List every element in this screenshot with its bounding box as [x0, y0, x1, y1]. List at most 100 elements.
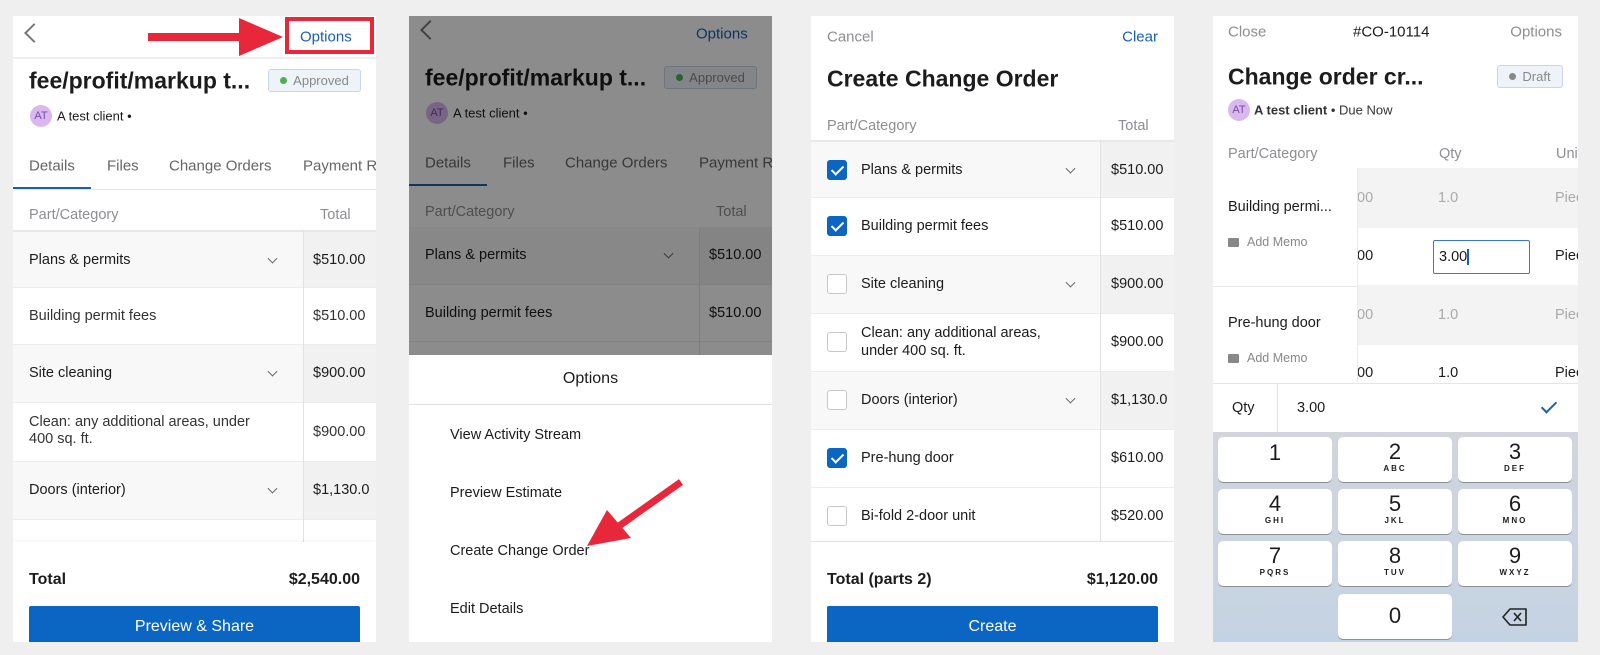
key-letters: DEF	[1504, 464, 1526, 473]
preview-share-button[interactable]: Preview & Share	[29, 606, 360, 642]
item-row[interactable]: Pre-hung door $610.00	[811, 430, 1174, 488]
footer: Total $2,540.00 Preview & Share	[13, 542, 376, 642]
options-link[interactable]: Options	[1510, 24, 1562, 41]
key-digit: 2	[1388, 439, 1402, 464]
unit-cell: Piec	[1555, 365, 1578, 381]
change-order-screen: Close #CO-10114 Options Change order cr.…	[1213, 16, 1578, 642]
row-checkbox[interactable]	[827, 390, 847, 410]
frozen-part-column: Building permi... Add Memo Pre-hung door…	[1213, 168, 1358, 384]
add-memo-button[interactable]: Add Memo	[1228, 351, 1307, 365]
client-name[interactable]: A test client •	[57, 109, 132, 124]
chevron-down-icon[interactable]	[267, 483, 278, 494]
unit-cell: Piec	[1555, 190, 1578, 206]
memo-icon	[1228, 238, 1239, 248]
row-checkbox[interactable]	[827, 448, 847, 468]
memo-icon	[1228, 354, 1239, 364]
row-checkbox[interactable]	[827, 274, 847, 294]
client-name[interactable]: A test client • Due Now	[1254, 103, 1392, 118]
status-badge: Draft	[1497, 65, 1563, 88]
qty-entry-bar: Qty 3.00	[1213, 383, 1578, 433]
row-total: $510.00	[313, 308, 366, 324]
key-2[interactable]: 2 ABC	[1338, 437, 1452, 482]
text-cursor	[1467, 249, 1470, 266]
tab-change-orders[interactable]: Change Orders	[169, 158, 272, 175]
row-total: $900.00	[313, 365, 366, 381]
key-4[interactable]: 4 GHI	[1218, 489, 1332, 534]
status-badge: Approved	[268, 69, 361, 92]
item-row[interactable]: Building permit fees $510.00	[811, 198, 1174, 256]
item-row[interactable]: Building permit fees $510.00	[13, 288, 376, 345]
tab-details[interactable]: Details	[29, 158, 75, 175]
category-row[interactable]: Site cleaning $900.00	[13, 345, 376, 403]
cancel-button[interactable]: Cancel	[827, 29, 874, 46]
row-total: $900.00	[1111, 276, 1164, 292]
item-row[interactable]: Clean: any additional areas, under 400 s…	[13, 403, 376, 462]
row-label: Doors (interior)	[29, 482, 126, 498]
chevron-down-icon[interactable]	[267, 366, 278, 377]
amount-cell: 00	[1357, 248, 1374, 264]
chevron-down-icon[interactable]	[1065, 393, 1076, 404]
row-label: Building permit fees	[861, 218, 989, 234]
tab-payment[interactable]: Payment R	[303, 158, 376, 175]
backspace-key[interactable]	[1458, 594, 1572, 639]
row-total: $900.00	[313, 424, 366, 440]
close-button[interactable]: Close	[1228, 24, 1266, 41]
column-header-qty: Qty	[1439, 146, 1462, 162]
row-label: Building permit fees	[29, 308, 157, 324]
key-1[interactable]: 1	[1218, 437, 1332, 482]
category-row[interactable]: Plans & permits $510.00	[13, 230, 376, 288]
key-6[interactable]: 6 MNO	[1458, 489, 1572, 534]
item-row[interactable]: Bi-fold 2-door unit $520.00	[811, 488, 1174, 542]
category-row[interactable]: Site cleaning $900.00	[811, 256, 1174, 314]
key-letters: JKL	[1384, 516, 1406, 525]
qty-input[interactable]: 3.00	[1433, 240, 1530, 274]
options-sheet-screen: Options fee/profit/markup t... Approved …	[409, 16, 772, 642]
key-3[interactable]: 3 DEF	[1458, 437, 1572, 482]
key-letters: PQRS	[1259, 568, 1291, 577]
key-digit: 6	[1508, 491, 1522, 516]
qty-cell[interactable]: 1.0	[1438, 365, 1458, 381]
tab-files[interactable]: Files	[107, 158, 139, 175]
chevron-down-icon[interactable]	[1065, 277, 1076, 288]
item-row[interactable]: Clean: any additional areas, under 400 s…	[811, 314, 1174, 372]
divider	[13, 57, 376, 59]
annotation-arrow-icon	[239, 18, 283, 56]
create-button[interactable]: Create	[827, 606, 1158, 642]
chevron-down-icon[interactable]	[1065, 163, 1076, 174]
row-total: $1,130.0	[313, 482, 370, 498]
status-dot-icon	[1509, 73, 1517, 80]
key-5[interactable]: 5 JKL	[1338, 489, 1452, 534]
chevron-down-icon[interactable]	[267, 253, 278, 264]
row-total: $520.00	[1111, 508, 1164, 524]
add-memo-button[interactable]: Add Memo	[1228, 235, 1307, 249]
category-row[interactable]: Doors (interior) $1,130.0	[13, 462, 376, 520]
unit-cell: Piec	[1555, 248, 1578, 264]
page-title: fee/profit/markup t...	[29, 67, 251, 94]
amount-cell: 00	[1357, 365, 1374, 381]
row-checkbox[interactable]	[827, 332, 847, 352]
amount-cell: 00	[1357, 307, 1374, 323]
row-label: Clean: any additional areas, under 400 s…	[861, 325, 1041, 359]
row-checkbox[interactable]	[827, 506, 847, 526]
checkmark-icon[interactable]	[1540, 397, 1558, 414]
annotation-arrow-shaft	[148, 33, 243, 41]
qty-cell: 1.0	[1438, 307, 1459, 323]
status-dot-icon	[280, 77, 288, 84]
row-checkbox[interactable]	[827, 160, 847, 180]
row-label: Pre-hung door	[861, 450, 954, 466]
key-0[interactable]: 0	[1338, 594, 1452, 639]
divider	[13, 189, 376, 190]
key-8[interactable]: 8 TUV	[1338, 541, 1452, 586]
divider	[1277, 384, 1278, 433]
row-checkbox[interactable]	[827, 216, 847, 236]
column-header-total: Total	[1118, 118, 1149, 134]
category-row[interactable]: Plans & permits $510.00	[811, 140, 1174, 198]
clear-button[interactable]: Clear	[1122, 29, 1158, 46]
key-7[interactable]: 7 PQRS	[1218, 541, 1332, 586]
status-label: Draft	[1522, 69, 1551, 84]
qty-bar-value[interactable]: 3.00	[1297, 400, 1325, 416]
chevron-left-icon[interactable]	[24, 23, 44, 43]
annotation-arrow-icon	[587, 479, 684, 546]
key-9[interactable]: 9 WXYZ	[1458, 541, 1572, 586]
category-row[interactable]: Doors (interior) $1,130.0	[811, 372, 1174, 430]
